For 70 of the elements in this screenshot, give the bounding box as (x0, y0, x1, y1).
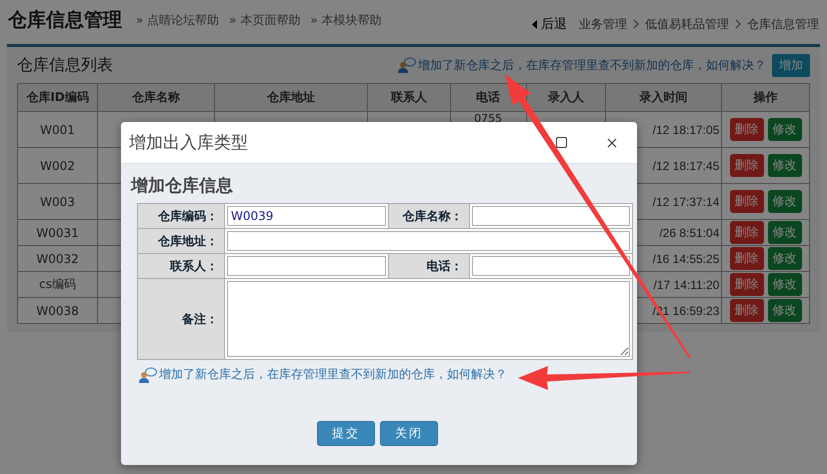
input-field[interactable] (472, 206, 630, 226)
table-cell: /12 17:37:14 (652, 194, 720, 208)
maximize-icon[interactable] (556, 137, 567, 148)
column-header: 仓库名称 (98, 84, 214, 112)
notes-field[interactable] (227, 281, 630, 357)
column-header: 操作 (722, 84, 810, 112)
dialog-title: 增加出入库类型 (129, 132, 248, 154)
edit-button[interactable]: 修改 (768, 190, 802, 213)
column-header: 录入时间 (605, 84, 722, 112)
column-header: 仓库地址 (214, 84, 368, 112)
edit-button[interactable]: 修改 (768, 221, 802, 244)
table-cell: W0031 (36, 226, 79, 240)
field-label: 仓库名称： (402, 208, 462, 222)
close-button[interactable]: 关闭 (380, 421, 438, 446)
table-cell: /26 8:51:04 (659, 226, 720, 240)
column-header: 联系人 (368, 84, 450, 112)
edit-button[interactable]: 修改 (768, 154, 802, 177)
help-link[interactable]: 增加了新仓库之后，在库存管理里查不到新加的仓库，如何解决？ (418, 56, 766, 74)
form-heading: 增加仓库信息 (131, 175, 234, 197)
delete-button[interactable]: 删除 (730, 299, 764, 322)
back-link[interactable]: 后退 (532, 15, 567, 33)
help-link[interactable]: 增加了新仓库之后，在库存管理里查不到新加的仓库，如何解决？ (159, 366, 507, 383)
caret-icon (532, 20, 538, 28)
input-field[interactable] (472, 256, 630, 276)
delete-button[interactable]: 删除 (730, 221, 764, 244)
help-link[interactable]: » 本模块帮助 (310, 12, 382, 28)
table-cell: W003 (40, 194, 75, 208)
user-chat-icon (139, 366, 157, 382)
table-cell: W002 (40, 158, 75, 172)
table-cell: W001 (40, 122, 75, 136)
table-cell: W0032 (36, 252, 79, 266)
column-header: 录入人 (526, 84, 606, 112)
breadcrumb-link[interactable]: 低值易耗品管理 (645, 16, 729, 32)
add-button[interactable]: 增加 (772, 54, 810, 76)
input-field[interactable] (227, 231, 630, 251)
chevron-icon (633, 19, 639, 29)
delete-button[interactable]: 删除 (730, 247, 764, 270)
edit-button[interactable]: 修改 (768, 118, 802, 141)
page-title: 仓库信息管理 (8, 8, 122, 33)
edit-button[interactable]: 修改 (768, 299, 802, 322)
user-chat-icon (398, 57, 416, 73)
column-header: 仓库ID编码 (18, 84, 98, 112)
table-cell: W0038 (36, 304, 79, 318)
delete-button[interactable]: 删除 (730, 190, 764, 213)
field-label: 联系人： (170, 258, 218, 272)
table-cell: 0755 (474, 112, 502, 125)
field-label: 电话： (426, 258, 462, 272)
submit-button[interactable]: 提交 (317, 421, 375, 446)
delete-button[interactable]: 删除 (730, 154, 764, 177)
delete-button[interactable]: 删除 (730, 118, 764, 141)
close-icon[interactable] (607, 138, 617, 148)
table-cell: /17 14:11:20 (654, 278, 720, 292)
delete-button[interactable]: 删除 (730, 273, 764, 296)
help-link[interactable]: » 点睛论坛帮助 (136, 12, 220, 28)
table-cell: /12 18:17:05 (652, 122, 720, 136)
field-label: 仓库地址： (158, 234, 218, 248)
chevron-icon (735, 19, 741, 29)
table-cell: /12 18:17:45 (652, 158, 720, 172)
input-field[interactable] (227, 256, 386, 276)
panel-title: 仓库信息列表 (17, 54, 113, 76)
field-label: 备注： (182, 312, 218, 326)
edit-button[interactable]: 修改 (768, 247, 802, 270)
input-field[interactable]: W0039 (227, 206, 386, 226)
help-link[interactable]: » 本页面帮助 (229, 12, 300, 28)
field-label: 仓库编码： (158, 208, 218, 222)
table-cell: cs编码 (39, 277, 76, 291)
edit-button[interactable]: 修改 (768, 273, 802, 296)
table-cell: /16 14:55:25 (652, 252, 720, 266)
breadcrumb-link[interactable]: 业务管理 (579, 16, 627, 32)
breadcrumb-link[interactable]: 仓库信息管理 (747, 16, 819, 32)
